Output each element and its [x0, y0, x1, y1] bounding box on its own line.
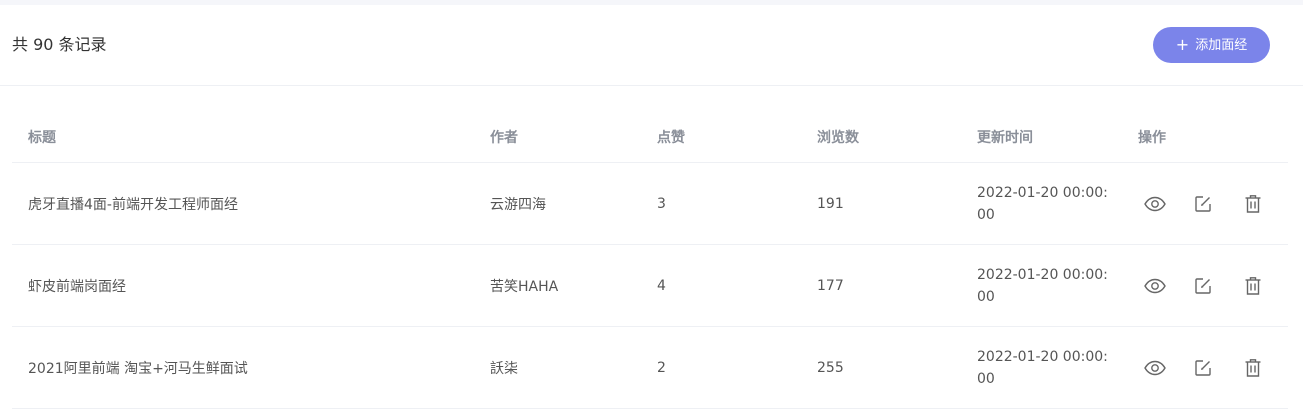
column-header-views: 浏览数: [817, 130, 859, 146]
column-header-title: 标题: [28, 130, 56, 146]
row-views: 191: [817, 195, 844, 212]
row-views: 177: [817, 277, 844, 294]
eye-icon[interactable]: [1144, 356, 1194, 380]
column-header-likes: 点赞: [657, 130, 685, 146]
table-row: 2021阿里前端 淘宝+河马生鲜面试 訞柒 2 255 2022-01-20 0…: [12, 327, 1288, 409]
table-row: 虎牙直播4面-前端开发工程师面经 云游四海 3 191 2022-01-20 0…: [12, 163, 1288, 245]
list-card: 共 90 条记录 + 添加面经 标题 作者 点赞 浏览数 更新时间 操作 虎牙直播…: [0, 5, 1303, 414]
edit-icon[interactable]: [1194, 274, 1244, 298]
row-author: 苦笑HAHA: [490, 278, 559, 295]
edit-icon[interactable]: [1194, 192, 1244, 216]
row-title: 2021阿里前端 淘宝+河马生鲜面试: [28, 360, 248, 377]
trash-icon[interactable]: [1244, 356, 1294, 380]
row-likes: 3: [657, 195, 666, 212]
column-header-updated: 更新时间: [977, 130, 1033, 146]
eye-icon[interactable]: [1144, 274, 1194, 298]
row-updated-time: 2022-01-20 00:00:00: [977, 348, 1108, 387]
table-row: 虾皮前端岗面经 苦笑HAHA 4 177 2022-01-20 00:00:00: [12, 245, 1288, 327]
interview-table: 标题 作者 点赞 浏览数 更新时间 操作 虎牙直播4面-前端开发工程师面经 云游…: [12, 85, 1288, 409]
plus-icon: +: [1175, 35, 1190, 54]
row-updated-time: 2022-01-20 00:00:00: [977, 266, 1108, 305]
row-title: 虾皮前端岗面经: [28, 278, 126, 295]
table-header: 标题 作者 点赞 浏览数 更新时间 操作: [12, 85, 1288, 163]
row-actions: [1144, 245, 1294, 326]
add-interview-button[interactable]: + 添加面经: [1153, 27, 1270, 63]
row-author: 訞柒: [490, 360, 518, 377]
toolbar: 共 90 条记录 + 添加面经: [0, 5, 1303, 86]
row-updated-time: 2022-01-20 00:00:00: [977, 184, 1108, 223]
trash-icon[interactable]: [1244, 274, 1294, 298]
row-actions: [1144, 327, 1294, 408]
edit-icon[interactable]: [1194, 356, 1244, 380]
column-header-author: 作者: [490, 130, 518, 146]
row-likes: 2: [657, 359, 666, 376]
eye-icon[interactable]: [1144, 192, 1194, 216]
table-body: 虎牙直播4面-前端开发工程师面经 云游四海 3 191 2022-01-20 0…: [12, 163, 1288, 409]
row-title: 虎牙直播4面-前端开发工程师面经: [28, 196, 238, 213]
trash-icon[interactable]: [1244, 192, 1294, 216]
row-actions: [1144, 163, 1294, 244]
row-likes: 4: [657, 277, 666, 294]
add-interview-label: 添加面经: [1195, 38, 1248, 53]
column-header-actions: 操作: [1138, 130, 1166, 146]
row-views: 255: [817, 359, 844, 376]
record-count: 共 90 条记录: [12, 35, 107, 54]
row-author: 云游四海: [490, 196, 546, 213]
